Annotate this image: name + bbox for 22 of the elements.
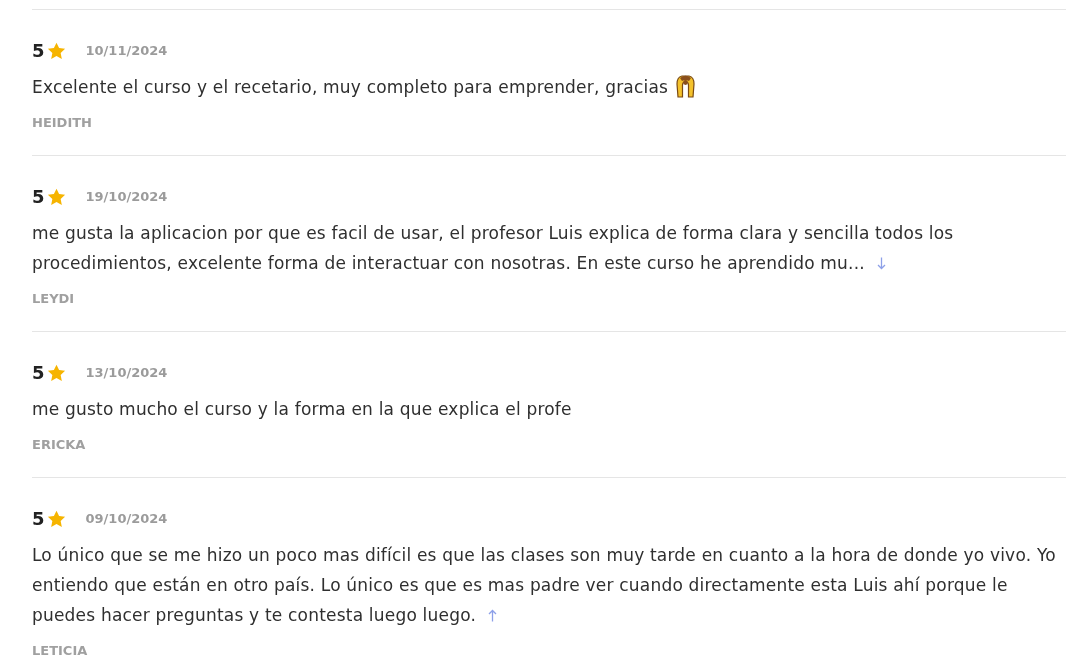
review-text: me gusta la aplicacion por que es facil de usar, el profesor Luis explica de forma clara y sencilla todos los procedimientos, excelente forma de interactuar con nosotras. En este curso he aprendido mu... <box>32 223 954 273</box>
rating-value: 5 <box>32 186 45 208</box>
star-icon <box>46 42 66 60</box>
review-date: 13/10/2024 <box>85 364 168 382</box>
arrow-down-icon <box>876 257 886 270</box>
rating-value: 5 <box>32 362 45 384</box>
review-text: Excelente el curso y el recetario, muy completo para emprender, gracias <box>32 77 669 97</box>
reviewer-name: ERICKA <box>32 436 86 454</box>
review-text: me gusto mucho el curso y la forma en la que explica el profe <box>32 399 572 419</box>
star-icon <box>46 188 66 206</box>
reviewer-name: LETICIA <box>32 642 88 658</box>
rating-value: 5 <box>32 508 45 530</box>
review-text: Lo único que se me hizo un poco mas difícil es que las clases son muy tarde en cuanto a la hora de donde yo vivo. Yo entiendo que están en otro país. Lo único es que es mas padre ver cuando directamente esta Luis ahí porque le puedes hacer preguntas y te contesta luego luego. <box>32 545 1056 625</box>
reviewer-name: LEYDI <box>32 290 75 308</box>
review-date: 10/11/2024 <box>85 42 168 60</box>
star-icon <box>46 510 66 528</box>
arrow-up-icon <box>488 609 498 622</box>
reviewer-name: HEIDITH <box>32 114 92 132</box>
rating-value: 5 <box>32 40 45 62</box>
review-date: 19/10/2024 <box>85 188 168 206</box>
star-icon <box>46 364 66 382</box>
review-date: 09/10/2024 <box>85 510 168 528</box>
